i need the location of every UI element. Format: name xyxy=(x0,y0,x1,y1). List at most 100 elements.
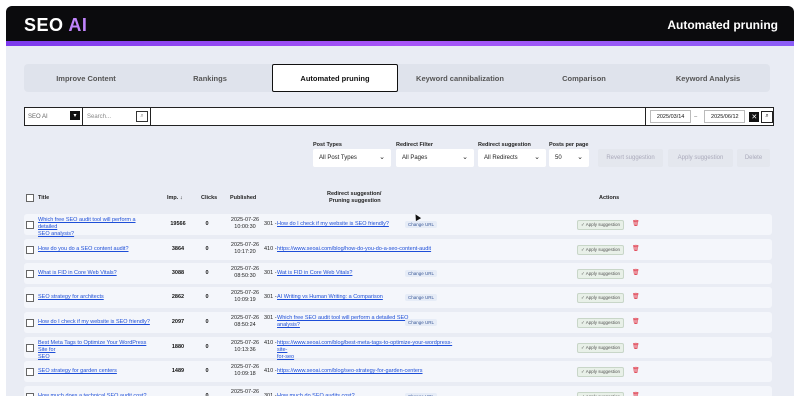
trash-icon[interactable]: 🗑 xyxy=(632,220,640,227)
trash-icon[interactable]: 🗑 xyxy=(632,269,640,276)
table-row: What is FID in Core Web Vitals? 3088 0 2025… xyxy=(24,263,772,284)
apply-suggestion-row-button[interactable]: ✓ Apply suggestion xyxy=(577,343,625,353)
redirect-link[interactable]: https://www.seoai.com/blog/best-meta-tag… xyxy=(277,340,457,361)
apply-suggestion-row-button[interactable]: ✓ Apply suggestion xyxy=(577,245,625,255)
apply-suggestion-row-button[interactable]: ✓ Apply suggestion xyxy=(577,318,625,328)
chevron-down-icon: ⌄ xyxy=(534,154,540,161)
accent-bar xyxy=(6,41,794,46)
post-title-link[interactable]: SEO strategy for architects xyxy=(38,294,156,301)
col-redirect-line2: Pruning suggestion xyxy=(329,198,381,204)
col-published[interactable]: Published xyxy=(230,195,256,201)
table-row: SEO strategy for garden centers 1489 0 2025… xyxy=(24,361,772,382)
top-bar: SEO AI Automated pruning xyxy=(6,6,794,46)
select-all-checkbox[interactable] xyxy=(26,194,34,202)
row-checkbox[interactable] xyxy=(26,294,34,302)
apply-suggestion-row-button[interactable]: ✓ Apply suggestion xyxy=(577,392,625,396)
filter-bar: SEO AI ▾ Search... ⌕ 2025/03/14 – 2025/0… xyxy=(24,107,774,126)
redirect-link[interactable]: https://www.seoai.com/blog/seo-strategy-… xyxy=(277,368,457,375)
apply-suggestion-row-button[interactable]: ✓ Apply suggestion xyxy=(577,269,625,279)
revert-suggestion-button[interactable]: Revert suggestion xyxy=(598,149,663,167)
date-from-input[interactable]: 2025/03/14 xyxy=(650,110,692,123)
trash-icon[interactable]: 🗑 xyxy=(632,318,640,325)
post-types-label: Post Types xyxy=(313,142,342,148)
table-row: How do you do a SEO content audit? 3864 0 2… xyxy=(24,239,772,260)
published-date: 2025-07-26 10:09:19 xyxy=(230,290,260,303)
per-page-label: Posts per page xyxy=(549,142,589,148)
table-row: Best Meta Tags to Optimize Your WordPres… xyxy=(24,337,772,361)
trash-icon[interactable]: 🗑 xyxy=(632,367,640,374)
redirect-code: 301 - xyxy=(264,270,277,276)
apply-suggestion-row-button[interactable]: ✓ Apply suggestion xyxy=(577,367,625,377)
published-date: 2025-07-26 10:09:18 xyxy=(230,364,260,377)
apply-suggestion-button[interactable]: Apply suggestion xyxy=(668,149,733,167)
row-checkbox[interactable] xyxy=(26,368,34,376)
trash-icon[interactable]: 🗑 xyxy=(632,293,640,300)
app-window: SEO AI Automated pruning Improve Content… xyxy=(6,6,794,396)
row-checkbox[interactable] xyxy=(26,344,34,352)
table-row: Which free SEO audit tool will perform a… xyxy=(24,214,772,238)
impressions-value: 2862 xyxy=(171,294,185,300)
redirect-code: 301 - xyxy=(264,294,277,300)
post-title-link[interactable]: What is FID in Core Web Vitals? xyxy=(38,270,156,277)
search-icon[interactable]: ⌕ xyxy=(761,110,773,123)
redirect-suggestion-select[interactable]: All Redirects ⌄ xyxy=(478,149,546,167)
table-row: SEO strategy for architects 2862 0 2025-07-… xyxy=(24,287,772,308)
change-url-button[interactable]: Change URL xyxy=(405,294,438,301)
published-date: 2025-07-26 08:50:24 xyxy=(230,315,260,328)
post-title-link[interactable]: How do I check if my website is SEO frie… xyxy=(38,319,156,326)
source-select[interactable]: SEO AI ▾ xyxy=(25,108,83,125)
impressions-value: 2097 xyxy=(171,319,185,325)
published-date: 2025-07-26 10:13:36 xyxy=(230,340,260,353)
redirect-code: 301 - xyxy=(264,315,277,321)
change-url-button[interactable]: Change URL xyxy=(405,319,438,326)
row-checkbox[interactable] xyxy=(26,270,34,278)
trash-icon[interactable]: 🗑 xyxy=(632,245,640,252)
table-header: Title Imp. ↓ Clicks Published Redirect s… xyxy=(24,191,772,215)
col-title[interactable]: Title xyxy=(38,195,49,201)
col-clicks[interactable]: Clicks xyxy=(201,195,217,201)
redirect-link[interactable]: https://www.seoai.com/blog/how-do-you-do… xyxy=(277,246,457,253)
tab-improve-content[interactable]: Improve Content xyxy=(24,64,148,92)
post-title-link[interactable]: Which free SEO audit tool will perform a… xyxy=(38,217,156,238)
clicks-value: 0 xyxy=(205,344,209,350)
published-date: 2025-07-26 10:17:20 xyxy=(230,242,260,255)
trash-icon[interactable]: 🗑 xyxy=(632,392,640,396)
published-date: 2025-07-26 10:00:30 xyxy=(230,217,260,230)
col-redirect-line1: Redirect suggestion/ xyxy=(327,191,382,197)
impressions-value: 19566 xyxy=(170,221,186,227)
table-row: How much does a technical SEO audit cost… xyxy=(24,386,772,396)
tab-comparison[interactable]: Comparison xyxy=(522,64,646,92)
row-checkbox[interactable] xyxy=(26,221,34,229)
close-icon[interactable]: ✕ xyxy=(749,111,760,122)
col-actions: Actions xyxy=(599,195,620,201)
redirect-code: 410 - xyxy=(264,246,277,252)
post-title-link[interactable]: Best Meta Tags to Optimize Your WordPres… xyxy=(38,340,156,361)
post-title-link[interactable]: SEO strategy for garden centers xyxy=(38,368,156,375)
change-url-button[interactable]: Change URL xyxy=(405,270,438,277)
post-title-link[interactable]: How do you do a SEO content audit? xyxy=(38,246,156,253)
clicks-value: 0 xyxy=(205,368,209,374)
redirect-code: 410 - xyxy=(264,340,277,346)
redirect-code: 301 - xyxy=(264,221,277,227)
tab-rankings[interactable]: Rankings xyxy=(148,64,272,92)
date-to-input[interactable]: 2025/06/12 xyxy=(704,110,746,123)
tab-bar: Improve Content Rankings Automated pruni… xyxy=(24,64,770,92)
apply-suggestion-row-button[interactable]: ✓ Apply suggestion xyxy=(577,220,625,230)
chevron-down-icon: ⌄ xyxy=(462,154,468,161)
apply-suggestion-row-button[interactable]: ✓ Apply suggestion xyxy=(577,293,625,303)
delete-button[interactable]: Delete xyxy=(737,149,770,167)
row-checkbox[interactable] xyxy=(26,246,34,254)
clicks-value: 0 xyxy=(205,294,209,300)
change-url-button[interactable]: Change URL xyxy=(405,221,438,228)
redirect-filter-select[interactable]: All Pages ⌄ xyxy=(396,149,474,167)
tab-keyword-analysis[interactable]: Keyword Analysis xyxy=(646,64,770,92)
post-types-select[interactable]: All Post Types ⌄ xyxy=(313,149,391,167)
search-input[interactable]: Search... ⌕ xyxy=(83,108,151,125)
trash-icon[interactable]: 🗑 xyxy=(632,343,640,350)
per-page-select[interactable]: 50 ⌄ xyxy=(549,149,589,167)
col-impressions[interactable]: Imp. ↓ xyxy=(167,195,183,201)
row-checkbox[interactable] xyxy=(26,319,34,327)
tab-automated-pruning[interactable]: Automated pruning xyxy=(272,64,398,92)
search-icon[interactable]: ⌕ xyxy=(136,111,148,122)
tab-keyword-cannibalization[interactable]: Keyword cannibalization xyxy=(398,64,522,92)
